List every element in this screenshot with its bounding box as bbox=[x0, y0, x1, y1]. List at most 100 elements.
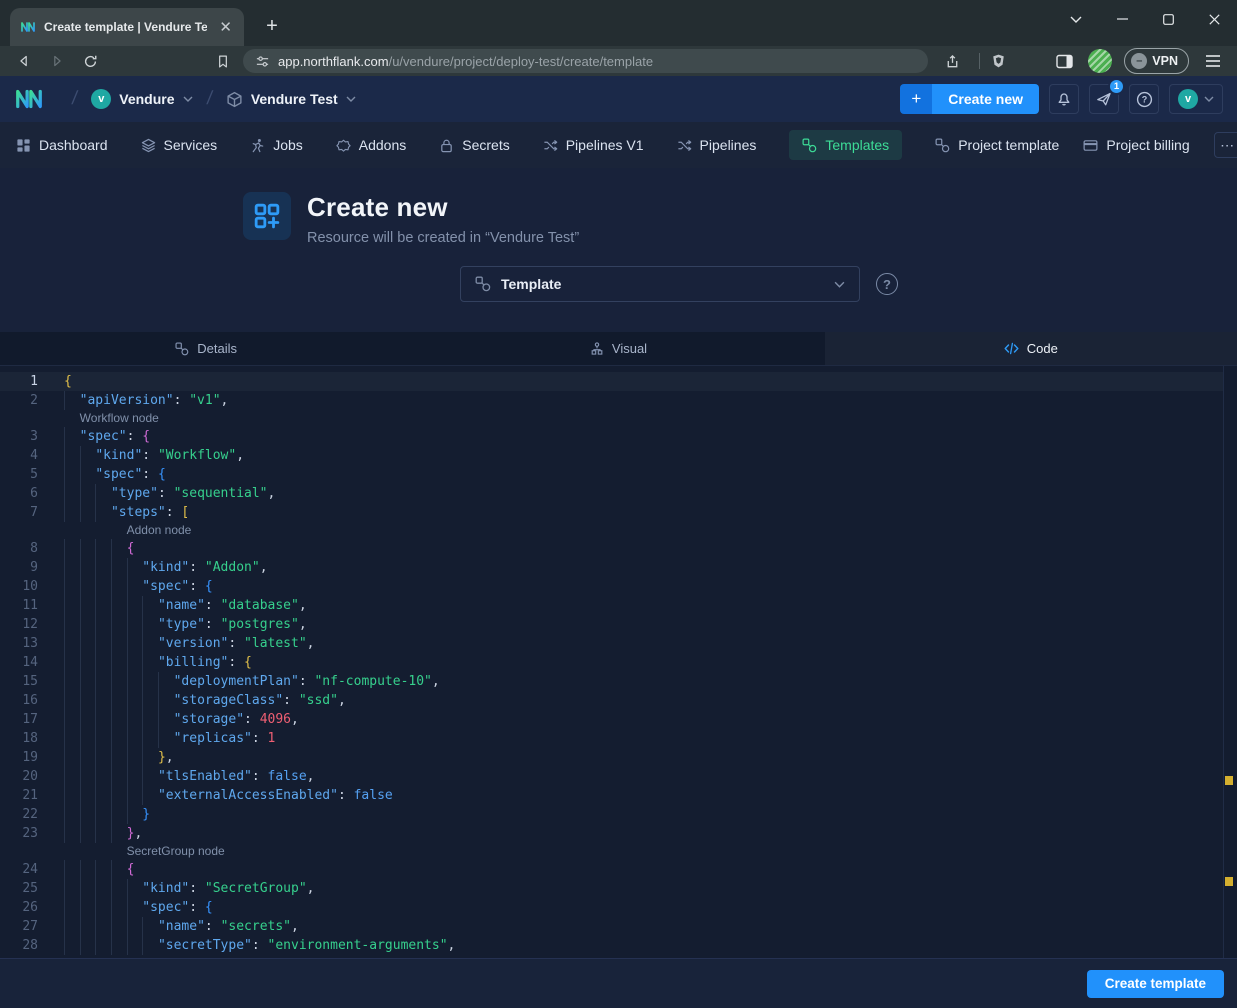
code-line[interactable]: 24{ bbox=[0, 860, 1237, 879]
code-line[interactable]: 20"tlsEnabled": false, bbox=[0, 767, 1237, 786]
nav-item-templates[interactable]: Templates bbox=[789, 130, 902, 160]
northflank-logo-icon[interactable] bbox=[14, 84, 44, 114]
create-new-section: Create new Resource will be created in “… bbox=[0, 168, 1237, 332]
code-line[interactable]: 9"kind": "Addon", bbox=[0, 558, 1237, 577]
line-number: 14 bbox=[0, 653, 38, 672]
back-button[interactable] bbox=[12, 49, 36, 73]
code-line[interactable]: 11"name": "database", bbox=[0, 596, 1237, 615]
org-avatar: v bbox=[91, 89, 111, 109]
nav-label: Secrets bbox=[462, 137, 509, 153]
code-line[interactable]: 18"replicas": 1 bbox=[0, 729, 1237, 748]
notifications-button[interactable] bbox=[1049, 84, 1079, 114]
nav-item-jobs[interactable]: Jobs bbox=[250, 137, 303, 153]
vpn-button[interactable]: – VPN bbox=[1124, 48, 1189, 74]
code-line[interactable]: 26"spec": { bbox=[0, 898, 1237, 917]
create-new-resource-icon bbox=[243, 192, 291, 240]
line-number: 26 bbox=[0, 898, 38, 917]
nav-item-secrets[interactable]: Secrets bbox=[439, 137, 509, 153]
code-line[interactable]: 3"spec": { bbox=[0, 427, 1237, 446]
line-number: 1 bbox=[0, 372, 38, 391]
nav-label: Project billing bbox=[1106, 137, 1189, 153]
code-line[interactable]: 7"steps": [ bbox=[0, 503, 1237, 522]
line-number: 15 bbox=[0, 672, 38, 691]
url-bar[interactable]: app.northflank.com/u/vendure/project/dep… bbox=[243, 49, 928, 73]
line-number: 10 bbox=[0, 577, 38, 596]
org-name: Vendure bbox=[119, 91, 174, 107]
tab-code[interactable]: Code bbox=[825, 332, 1237, 365]
code-line[interactable]: 5"spec": { bbox=[0, 465, 1237, 484]
code-line[interactable]: 2"apiVersion": "v1", bbox=[0, 391, 1237, 410]
code-line[interactable]: 8{ bbox=[0, 539, 1237, 558]
code-line[interactable]: 10"spec": { bbox=[0, 577, 1237, 596]
browser-menu-icon[interactable] bbox=[1201, 49, 1225, 73]
dropdown-help-icon[interactable]: ? bbox=[876, 273, 898, 295]
resource-type-dropdown[interactable]: Template bbox=[460, 266, 860, 302]
nav-label: Dashboard bbox=[39, 137, 108, 153]
line-number: 5 bbox=[0, 465, 38, 484]
code-line[interactable]: 17"storage": 4096, bbox=[0, 710, 1237, 729]
nav-label: Project template bbox=[958, 137, 1059, 153]
code-line[interactable]: 14"billing": { bbox=[0, 653, 1237, 672]
nav-item-dashboard[interactable]: Dashboard bbox=[16, 137, 108, 153]
tab-close-icon[interactable]: ✕ bbox=[215, 18, 236, 37]
user-avatar: v bbox=[1178, 89, 1198, 109]
code-annotation: Workflow node bbox=[0, 410, 1237, 427]
breadcrumb-project[interactable]: Vendure Test bbox=[226, 91, 356, 108]
code-line[interactable]: 19}, bbox=[0, 748, 1237, 767]
nav-more-button[interactable]: ⋯ bbox=[1214, 132, 1237, 158]
browser-tab[interactable]: Create template | Vendure Test | ✕ bbox=[10, 8, 244, 46]
code-line[interactable]: 28"secretType": "environment-arguments", bbox=[0, 936, 1237, 955]
window-minimize-button[interactable] bbox=[1099, 0, 1145, 38]
code-line[interactable]: 4"kind": "Workflow", bbox=[0, 446, 1237, 465]
code-line[interactable]: 15"deploymentPlan": "nf-compute-10", bbox=[0, 672, 1237, 691]
help-button[interactable]: ? bbox=[1129, 84, 1159, 114]
site-settings-icon[interactable] bbox=[255, 54, 270, 69]
code-line[interactable]: 27"name": "secrets", bbox=[0, 917, 1237, 936]
share-icon[interactable] bbox=[940, 49, 964, 73]
code-line[interactable]: 1{ bbox=[0, 372, 1237, 391]
chevron-down-icon[interactable] bbox=[183, 96, 193, 102]
line-number: 19 bbox=[0, 748, 38, 767]
url-domain: app.northflank.com bbox=[278, 54, 389, 69]
tab-details[interactable]: Details bbox=[0, 332, 412, 365]
code-line[interactable]: 21"externalAccessEnabled": false bbox=[0, 786, 1237, 805]
line-number: 18 bbox=[0, 729, 38, 748]
nav-item-project-template[interactable]: Project template bbox=[935, 137, 1059, 153]
bookmark-icon[interactable] bbox=[211, 49, 235, 73]
code-line[interactable]: 13"version": "latest", bbox=[0, 634, 1237, 653]
svg-text:?: ? bbox=[1141, 94, 1147, 104]
nav-item-addons[interactable]: Addons bbox=[336, 137, 406, 153]
code-line[interactable]: 22} bbox=[0, 805, 1237, 824]
tab-search-chevron-icon[interactable] bbox=[1053, 0, 1099, 38]
code-line[interactable]: 16"storageClass": "ssd", bbox=[0, 691, 1237, 710]
reload-button[interactable] bbox=[78, 49, 102, 73]
warning-marker bbox=[1225, 877, 1233, 886]
create-new-button[interactable]: + Create new bbox=[900, 84, 1039, 114]
user-menu-button[interactable]: v bbox=[1169, 84, 1223, 114]
brave-shields-icon[interactable] bbox=[986, 49, 1010, 73]
nav-item-project-billing[interactable]: Project billing bbox=[1083, 137, 1189, 153]
breadcrumb-org[interactable]: v Vendure bbox=[91, 89, 192, 109]
warning-marker bbox=[1225, 776, 1233, 785]
profile-avatar[interactable] bbox=[1088, 49, 1112, 73]
editor-overview-ruler[interactable] bbox=[1223, 366, 1237, 958]
code-line[interactable]: 25"kind": "SecretGroup", bbox=[0, 879, 1237, 898]
code-line[interactable]: 6"type": "sequential", bbox=[0, 484, 1237, 503]
nav-item-pipelines-v1[interactable]: Pipelines V1 bbox=[543, 137, 644, 153]
app-header: / v Vendure / Vendure Test + Create new bbox=[0, 76, 1237, 122]
whats-new-button[interactable]: 1 bbox=[1089, 84, 1119, 114]
code-line[interactable]: 23}, bbox=[0, 824, 1237, 843]
tab-visual[interactable]: Visual bbox=[412, 332, 824, 365]
new-tab-button[interactable]: + bbox=[258, 12, 286, 40]
create-template-button[interactable]: Create template bbox=[1087, 970, 1224, 998]
code-line[interactable]: 12"type": "postgres", bbox=[0, 615, 1237, 634]
code-editor[interactable]: 1{2"apiVersion": "v1",Workflow node3"spe… bbox=[0, 366, 1237, 958]
nav-item-services[interactable]: Services bbox=[141, 137, 218, 153]
nav-item-pipelines[interactable]: Pipelines bbox=[677, 137, 757, 153]
chevron-down-icon[interactable] bbox=[346, 96, 356, 102]
sidebar-toggle-icon[interactable] bbox=[1052, 49, 1076, 73]
nav-label: Pipelines bbox=[700, 137, 757, 153]
forward-button[interactable] bbox=[45, 49, 69, 73]
window-maximize-button[interactable] bbox=[1145, 0, 1191, 38]
window-close-button[interactable] bbox=[1191, 0, 1237, 38]
